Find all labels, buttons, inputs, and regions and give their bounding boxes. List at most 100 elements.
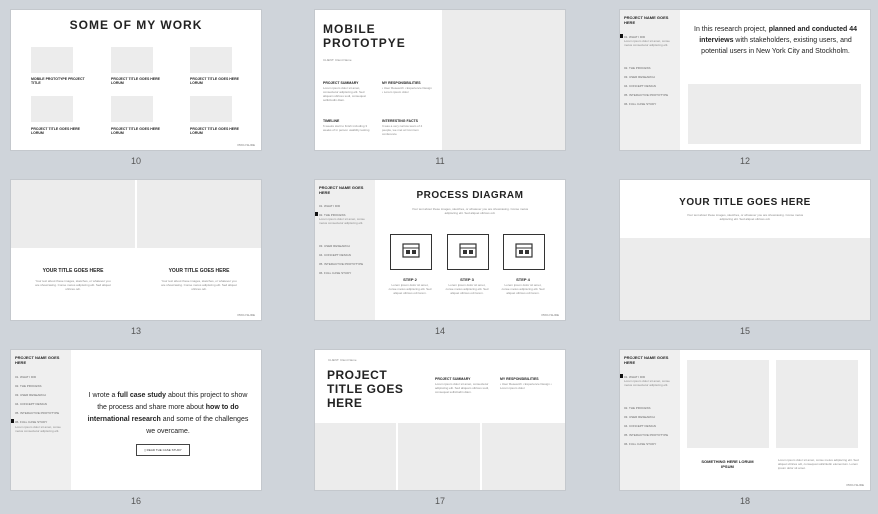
nav-item[interactable]: 05. INTERACTIVE PROTOTYPE	[624, 93, 668, 97]
image-placeholder	[31, 96, 73, 122]
section-body: • User Research • Experience Design • Lo…	[382, 86, 432, 94]
slide-thumbnail-18[interactable]: PROJECT NAME GOES HERE 01. WHAT I DID Lo…	[620, 350, 870, 506]
active-indicator	[11, 419, 14, 423]
nav-item[interactable]: 02. THE PROCESS	[624, 406, 650, 410]
slide-body: I wrote a full case study about this pro…	[87, 392, 249, 435]
slide-title: MOBILE PROTOTPYE	[323, 22, 406, 50]
read-case-study-button[interactable]: ▯ READ THE CASE STUDY	[136, 444, 190, 456]
caption-title: SOMETHING HERE LORUM IPSUM	[701, 459, 754, 469]
project-sidebar	[315, 180, 375, 320]
slide-thumbnail-14[interactable]: PROJECT NAME GOES HERE 01. WHAT I DID 02…	[315, 180, 565, 336]
slide-15[interactable]: YOUR TITLE GOES HERE Your text about the…	[620, 180, 870, 320]
slide-17[interactable]: CLIENT: Client Name PROJECT TITLE GOES H…	[315, 350, 565, 490]
project-name: PROJECT NAME GOES HERE	[624, 355, 669, 365]
image-placeholder	[190, 96, 232, 122]
nav-item[interactable]: 03. USER RESEARCH	[624, 415, 655, 419]
caption: PROJECT TITLE GOES HERE LORUM	[190, 127, 240, 135]
image-placeholder	[482, 423, 565, 490]
caption: PROJECT TITLE GOES HERE LORUM	[31, 127, 81, 135]
slide-number: 13	[130, 326, 141, 336]
caption: PROJECT TITLE GOES HERE LORUM	[111, 127, 161, 135]
slide-12[interactable]: PROJECT NAME GOES HERE 01. WHAT I DID Lo…	[620, 10, 870, 150]
slide-thumbnail-10[interactable]: SOME OF MY WORK MOBILE PROTOTYPE PROJECT…	[11, 10, 261, 166]
column-title: YOUR TITLE GOES HERE	[168, 268, 230, 274]
nav-item[interactable]: 06. FULL CASE STUDY	[15, 420, 47, 424]
section-heading: MY RESPONSIBILITIES	[382, 81, 421, 85]
nav-item[interactable]: 01. WHAT I DID	[319, 204, 340, 208]
nav-item[interactable]: 03. USER RESEARCH	[15, 393, 46, 397]
nav-item[interactable]: 02. THE PROCESS	[624, 66, 650, 70]
nav-item[interactable]: 06. FULL CASE STUDY	[319, 271, 351, 275]
image-placeholder	[687, 360, 769, 448]
slide-14[interactable]: PROJECT NAME GOES HERE 01. WHAT I DID 02…	[315, 180, 565, 320]
section-heading: INTERESTING FACTS	[382, 119, 418, 123]
client-name: CLIENT: Client Name	[328, 358, 357, 362]
slide-11[interactable]: MOBILE PROTOTPYE CLIENT: Client Name PRO…	[315, 10, 565, 150]
step-label: STEP 3	[460, 277, 474, 282]
slide-10[interactable]: SOME OF MY WORK MOBILE PROTOTYPE PROJECT…	[11, 10, 261, 150]
slide-thumbnail-16[interactable]: PROJECT NAME GOES HERE 01. WHAT I DID 02…	[11, 350, 261, 506]
active-indicator	[620, 34, 623, 38]
column-title: YOUR TITLE GOES HERE	[42, 268, 104, 274]
section-heading: PROJECT SUMMARY	[435, 377, 471, 381]
image-placeholder	[111, 96, 153, 122]
slide-thumbnail-12[interactable]: PROJECT NAME GOES HERE 01. WHAT I DID Lo…	[620, 10, 870, 166]
slide-logo: PROJ.SLIDE	[237, 143, 255, 147]
nav-item[interactable]: 03. USER RESEARCH	[624, 75, 655, 79]
slide-logo: PROJ.SLIDE	[846, 483, 864, 487]
slide-thumbnail-15[interactable]: YOUR TITLE GOES HERE Your text about the…	[620, 180, 870, 336]
slide-thumbnail-17[interactable]: CLIENT: Client Name PROJECT TITLE GOES H…	[315, 350, 565, 506]
slide-number: 15	[739, 326, 750, 336]
step-2-icon	[390, 234, 432, 270]
slide-thumbnail-13[interactable]: YOUR TITLE GOES HERE YOUR TITLE GOES HER…	[11, 180, 261, 336]
nav-description: Lorem ipsum dolor sit amet, conse metus …	[319, 217, 365, 225]
section-body: Lorem ipsum dolor sit amet, consectetur …	[323, 86, 366, 102]
slide-title: SOME OF MY WORK	[69, 18, 203, 32]
nav-item[interactable]: 04. CONCEPT DESIGN	[319, 253, 351, 257]
image-placeholder	[776, 360, 858, 448]
caption-body: Lorem ipsum dolor sit amet, conse metus …	[778, 458, 859, 470]
nav-item[interactable]: 05. INTERACTIVE PROTOTYPE	[624, 433, 668, 437]
nav-item[interactable]: 05. INTERACTIVE PROTOTYPE	[319, 262, 363, 266]
nav-item[interactable]: 05. INTERACTIVE PROTOTYPE	[15, 411, 59, 415]
caption: PROJECT TITLE GOES HERE LORUM	[190, 77, 240, 85]
active-indicator	[315, 212, 318, 216]
project-name: PROJECT NAME GOES HERE	[624, 15, 669, 25]
slide-number: 10	[130, 156, 141, 166]
step-3-icon	[447, 234, 489, 270]
project-sidebar	[620, 350, 680, 490]
image-placeholder	[620, 238, 870, 320]
active-indicator	[620, 374, 623, 378]
image-placeholder	[315, 423, 396, 490]
nav-item[interactable]: 01. WHAT I DID	[15, 375, 36, 379]
column-body: Your text about these images, sketches, …	[35, 279, 111, 291]
nav-item[interactable]: 06. FULL CASE STUDY	[624, 442, 656, 446]
nav-item[interactable]: 04. CONCEPT DESIGN	[624, 84, 656, 88]
client-name: CLIENT: Client Name	[323, 58, 352, 62]
section-body: • User Research • Experience Design • Lo…	[500, 382, 552, 390]
image-placeholder	[190, 47, 232, 73]
image-placeholder	[11, 180, 135, 248]
nav-item[interactable]: 02. THE PROCESS	[15, 384, 41, 388]
project-name: PROJECT NAME GOES HERE	[319, 185, 364, 195]
step-label: STEP 4	[516, 277, 530, 282]
slide-logo: PROJ.SLIDE	[541, 313, 559, 317]
nav-item[interactable]: 04. CONCEPT DESIGN	[15, 402, 47, 406]
image-placeholder	[111, 47, 153, 73]
slide-number: 14	[434, 326, 445, 336]
nav-item[interactable]: 03. USER RESEARCH	[319, 244, 350, 248]
slide-16[interactable]: PROJECT NAME GOES HERE 01. WHAT I DID 02…	[11, 350, 261, 490]
nav-description: Lorem ipsum dolor sit amet, conse metus …	[624, 39, 670, 47]
image-placeholder	[137, 180, 261, 248]
nav-description: Lorem ipsum dolor sit amet, conse metus …	[624, 379, 670, 387]
slide-thumbnail-11[interactable]: MOBILE PROTOTPYE CLIENT: Client Name PRO…	[315, 10, 565, 166]
image-placeholder	[31, 47, 73, 73]
nav-item[interactable]: 06. FULL CASE STUDY	[624, 102, 656, 106]
section-heading: TIMELINE	[323, 119, 340, 123]
slide-number: 12	[739, 156, 750, 166]
step-4-icon	[503, 234, 545, 270]
step-body: Lorem ipsum dolor sit amet, conse metus …	[445, 283, 489, 295]
nav-item[interactable]: 04. CONCEPT DESIGN	[624, 424, 656, 428]
slide-18[interactable]: PROJECT NAME GOES HERE 01. WHAT I DID Lo…	[620, 350, 870, 490]
slide-13[interactable]: YOUR TITLE GOES HERE YOUR TITLE GOES HER…	[11, 180, 261, 320]
